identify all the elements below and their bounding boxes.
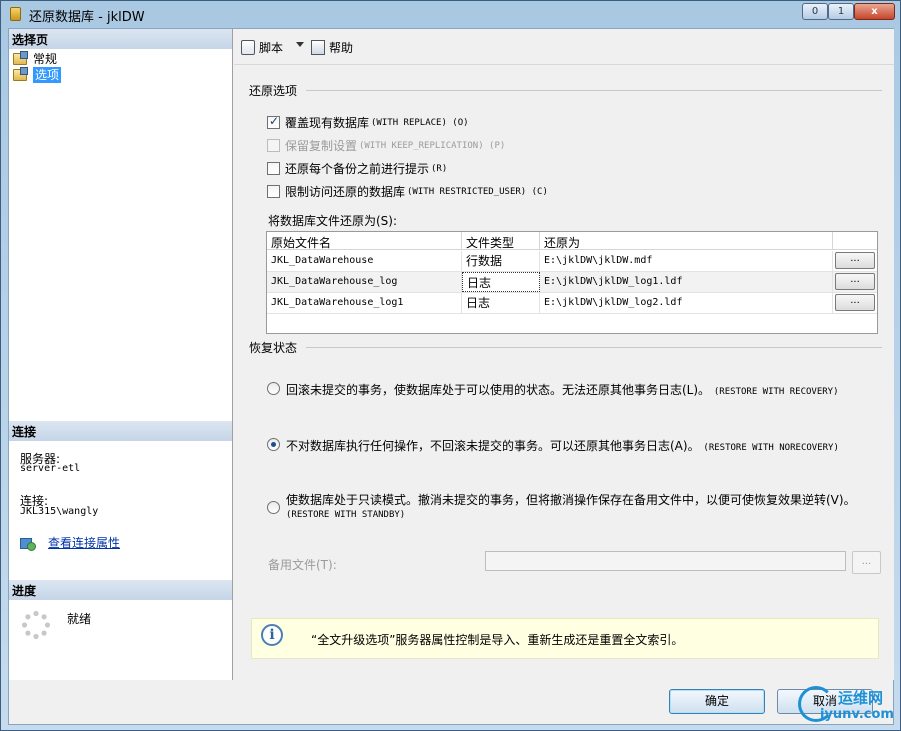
table-row[interactable]: JKL_DataWarehouse_log1 日志 E:\jklDW\jklDW… xyxy=(267,293,877,314)
restore-with-norecovery-radio[interactable] xyxy=(267,438,280,451)
toolbar: 脚本 帮助 xyxy=(234,29,894,65)
checkbox-label: 还原每个备份之前进行提示 xyxy=(285,162,430,176)
group-divider xyxy=(306,347,882,348)
file-type-cell: 日志 xyxy=(462,293,540,313)
watermark-cn: 运维网 xyxy=(838,689,884,707)
script-icon xyxy=(241,40,255,55)
radio-label: 不对数据库执行任何操作，不回滚未提交的事务。可以还原其他事务日志(A)。 xyxy=(286,439,700,453)
help-icon xyxy=(311,40,325,55)
page-icon xyxy=(13,51,28,65)
checkbox-label: 限制访问还原的数据库 xyxy=(285,185,406,199)
dialog-window: 还原数据库 - jklDW 0 1 x 选择页 常规 选项 连接 服务器: se… xyxy=(0,0,901,731)
original-file-cell: JKL_DataWarehouse_log1 xyxy=(267,293,462,313)
keep-replication-checkbox xyxy=(267,139,280,152)
page-icon xyxy=(13,67,28,81)
chevron-down-icon[interactable] xyxy=(296,42,304,47)
prompt-before-restore-checkbox-row[interactable]: 还原每个备份之前进行提示 (R) xyxy=(267,160,447,177)
column-header-restore-as[interactable]: 还原为 xyxy=(540,232,833,250)
page-item-options[interactable]: 选项 xyxy=(13,67,62,83)
column-header-file-type[interactable]: 文件类型 xyxy=(462,232,540,250)
info-icon: i xyxy=(261,624,283,646)
checkbox-label: 保留复制设置 xyxy=(285,139,358,153)
info-text: “全文升级选项”服务器属性控制是导入、重新生成还是重置全文索引。 xyxy=(311,633,684,647)
recovery-state-group-title: 恢复状态 xyxy=(249,341,298,355)
close-button[interactable]: x xyxy=(854,3,895,20)
restrict-access-checkbox[interactable] xyxy=(267,185,280,198)
table-row[interactable]: JKL_DataWarehouse_log 日志 E:\jklDW\jklDW_… xyxy=(267,272,877,293)
standby-file-label: 备用文件(T): xyxy=(268,558,337,572)
help-button[interactable]: 帮助 xyxy=(311,39,353,56)
column-header-browse xyxy=(833,232,877,250)
restore-as-cell[interactable]: E:\jklDW\jklDW_log2.ldf xyxy=(540,293,833,313)
original-file-cell: JKL_DataWarehouse xyxy=(267,251,462,271)
table-row[interactable]: JKL_DataWarehouse 行数据 E:\jklDW\jklDW.mdf… xyxy=(267,251,877,272)
progress-spinner-icon xyxy=(21,610,51,640)
ok-button[interactable]: 确定 xyxy=(669,689,765,714)
browse-button[interactable]: ... xyxy=(835,273,875,290)
restore-with-standby-radio-row[interactable]: 使数据库处于只读模式。撤消未提交的事务，但将撤消操作保存在备用文件中，以便可使恢… xyxy=(267,494,856,522)
restore-files-label: 将数据库文件还原为(S): xyxy=(268,214,398,228)
select-page-header: 选择页 xyxy=(9,29,232,49)
radio-sub-label: (RESTORE WITH STANDBY) xyxy=(286,510,406,520)
maximize-button[interactable]: 1 xyxy=(828,3,854,20)
view-connection-properties-link[interactable]: 查看连接属性 xyxy=(20,534,120,551)
original-file-cell: JKL_DataWarehouse_log xyxy=(267,272,462,292)
radio-label: 回滚未提交的事务，使数据库处于可以使用的状态。无法还原其他事务日志(L)。 xyxy=(286,383,711,397)
connection-header: 连接 xyxy=(9,421,232,441)
database-icon xyxy=(10,7,21,21)
keep-replication-checkbox-row: 保留复制设置 (WITH KEEP_REPLICATION) (P) xyxy=(267,137,505,154)
browse-button[interactable]: ... xyxy=(835,252,875,269)
window-title: 还原数据库 - jklDW xyxy=(29,10,145,25)
checkbox-sub-label: (WITH REPLACE) (O) xyxy=(371,117,469,128)
title-bar[interactable]: 还原数据库 - jklDW 0 1 x xyxy=(1,1,900,27)
checkbox-sub-label: (R) xyxy=(431,163,448,174)
checkbox-label: 覆盖现有数据库 xyxy=(285,116,370,130)
connection-properties-icon xyxy=(20,536,36,551)
radio-sub-label: (RESTORE WITH NORECOVERY) xyxy=(703,443,839,453)
restore-with-norecovery-radio-row[interactable]: 不对数据库执行任何操作，不回滚未提交的事务。可以还原其他事务日志(A)。 (RE… xyxy=(267,437,839,454)
watermark-logo: 运维网 iyunv.com xyxy=(798,684,900,730)
info-banner: i “全文升级选项”服务器属性控制是导入、重新生成还是重置全文索引。 xyxy=(251,618,879,659)
right-pane: 脚本 帮助 还原选项 覆盖现有数据库 (WITH REPLACE) (O) 保留… xyxy=(234,29,894,680)
progress-status: 就绪 xyxy=(67,612,92,626)
restore-with-standby-radio[interactable] xyxy=(267,501,280,514)
group-divider xyxy=(306,90,882,91)
page-item-label: 选项 xyxy=(33,67,62,83)
radio-label: 使数据库处于只读模式。撤消未提交的事务，但将撤消操作保存在备用文件中，以便可使恢… xyxy=(286,493,856,507)
column-header-original-file[interactable]: 原始文件名 xyxy=(267,232,462,250)
standby-file-input xyxy=(485,551,846,571)
help-label: 帮助 xyxy=(329,41,354,55)
server-value: server-etl xyxy=(20,463,81,474)
restore-files-grid: 原始文件名 文件类型 还原为 JKL_DataWarehouse 行数据 E:\… xyxy=(266,231,878,334)
overwrite-database-checkbox[interactable] xyxy=(267,114,280,129)
restore-as-cell[interactable]: E:\jklDW\jklDW_log1.ldf xyxy=(540,272,833,292)
standby-browse-button: ... xyxy=(852,551,881,574)
checkbox-sub-label: (WITH KEEP_REPLICATION) (P) xyxy=(359,140,506,151)
progress-header: 进度 xyxy=(9,580,232,600)
left-pane: 选择页 常规 选项 连接 服务器: server-etl 连接: JKL315\… xyxy=(9,29,233,680)
script-button[interactable]: 脚本 xyxy=(241,39,283,56)
checkbox-sub-label: (WITH RESTRICTED_USER) (C) xyxy=(407,186,548,197)
file-type-cell: 行数据 xyxy=(462,251,540,271)
overwrite-database-checkbox-row[interactable]: 覆盖现有数据库 (WITH REPLACE) (O) xyxy=(267,114,469,131)
page-item-label: 常规 xyxy=(33,52,58,66)
restrict-access-checkbox-row[interactable]: 限制访问还原的数据库 (WITH RESTRICTED_USER) (C) xyxy=(267,183,548,200)
radio-sub-label: (RESTORE WITH RECOVERY) xyxy=(713,387,839,397)
minimize-button[interactable]: 0 xyxy=(802,3,828,20)
restore-with-recovery-radio[interactable] xyxy=(267,382,280,395)
view-connection-properties-label: 查看连接属性 xyxy=(48,536,121,550)
watermark-en: iyunv.com xyxy=(820,707,894,722)
file-type-cell: 日志 xyxy=(462,272,540,292)
restore-as-cell[interactable]: E:\jklDW\jklDW.mdf xyxy=(540,251,833,271)
page-item-general[interactable]: 常规 xyxy=(13,51,57,67)
login-value: JKL315\wangly xyxy=(20,506,99,517)
script-label: 脚本 xyxy=(259,41,284,55)
browse-button[interactable]: ... xyxy=(835,294,875,311)
dialog-client: 选择页 常规 选项 连接 服务器: server-etl 连接: JKL315\… xyxy=(8,28,894,725)
restore-with-recovery-radio-row[interactable]: 回滚未提交的事务，使数据库处于可以使用的状态。无法还原其他事务日志(L)。 (R… xyxy=(267,381,839,398)
restore-options-group-title: 还原选项 xyxy=(249,84,298,98)
prompt-before-restore-checkbox[interactable] xyxy=(267,162,280,175)
